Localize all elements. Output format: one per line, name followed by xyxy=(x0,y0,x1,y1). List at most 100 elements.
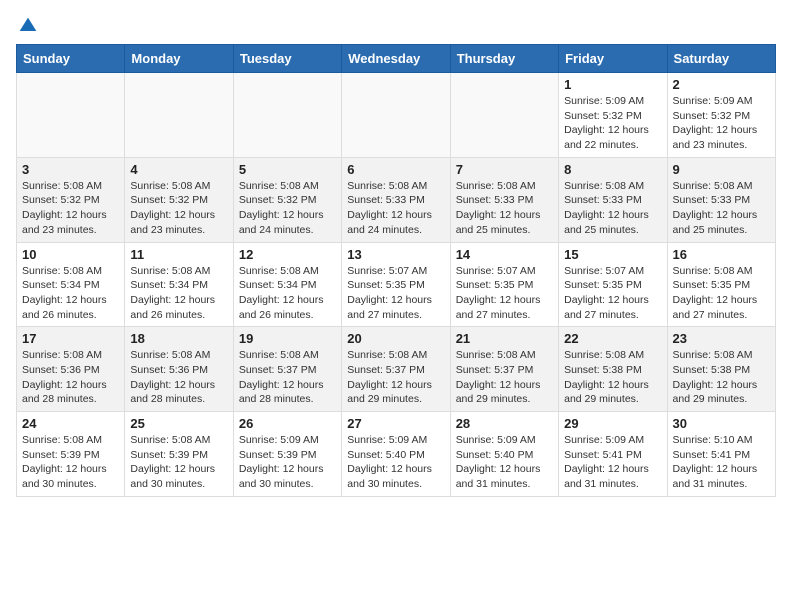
calendar-cell: 20 Sunrise: 5:08 AMSunset: 5:37 PMDayligh… xyxy=(342,327,450,412)
logo-icon xyxy=(18,16,38,36)
calendar-cell xyxy=(233,73,341,158)
day-number: 5 xyxy=(239,162,336,177)
day-number: 30 xyxy=(673,416,770,431)
day-info: Sunrise: 5:08 AMSunset: 5:34 PMDaylight:… xyxy=(22,264,119,323)
weekday-header-row: SundayMondayTuesdayWednesdayThursdayFrid… xyxy=(17,45,776,73)
day-number: 29 xyxy=(564,416,661,431)
day-number: 16 xyxy=(673,247,770,262)
calendar-cell: 26 Sunrise: 5:09 AMSunset: 5:39 PMDayligh… xyxy=(233,412,341,497)
day-number: 8 xyxy=(564,162,661,177)
calendar-cell: 2 Sunrise: 5:09 AMSunset: 5:32 PMDaylight… xyxy=(667,73,775,158)
calendar-cell: 3Sunrise: 5:08 AMSunset: 5:32 PMDaylight… xyxy=(17,157,125,242)
day-info: Sunrise: 5:08 AMSunset: 5:34 PMDaylight:… xyxy=(239,264,336,323)
day-number: 19 xyxy=(239,331,336,346)
calendar-cell: 25Sunrise: 5:08 AMSunset: 5:39 PMDayligh… xyxy=(125,412,233,497)
day-info: Sunrise: 5:08 AMSunset: 5:37 PMDaylight:… xyxy=(456,348,553,407)
day-number: 2 xyxy=(673,77,770,92)
day-info: Sunrise: 5:07 AMSunset: 5:35 PMDaylight:… xyxy=(347,264,444,323)
weekday-header-monday: Monday xyxy=(125,45,233,73)
day-number: 7 xyxy=(456,162,553,177)
day-number: 25 xyxy=(130,416,227,431)
day-info: Sunrise: 5:08 AMSunset: 5:32 PMDaylight:… xyxy=(239,179,336,238)
day-info: Sunrise: 5:08 AMSunset: 5:33 PMDaylight:… xyxy=(673,179,770,238)
calendar-cell xyxy=(342,73,450,158)
day-info: Sunrise: 5:08 AMSunset: 5:33 PMDaylight:… xyxy=(564,179,661,238)
weekday-header-thursday: Thursday xyxy=(450,45,558,73)
day-info: Sunrise: 5:09 AMSunset: 5:32 PMDaylight:… xyxy=(564,94,661,153)
day-info: Sunrise: 5:08 AMSunset: 5:38 PMDaylight:… xyxy=(673,348,770,407)
day-info: Sunrise: 5:08 AMSunset: 5:37 PMDaylight:… xyxy=(239,348,336,407)
calendar-cell: 21Sunrise: 5:08 AMSunset: 5:37 PMDayligh… xyxy=(450,327,558,412)
calendar-cell: 13 Sunrise: 5:07 AMSunset: 5:35 PMDayligh… xyxy=(342,242,450,327)
calendar-cell: 6 Sunrise: 5:08 AMSunset: 5:33 PMDaylight… xyxy=(342,157,450,242)
calendar-cell: 24Sunrise: 5:08 AMSunset: 5:39 PMDayligh… xyxy=(17,412,125,497)
day-number: 15 xyxy=(564,247,661,262)
day-number: 17 xyxy=(22,331,119,346)
week-row-3: 10 Sunrise: 5:08 AMSunset: 5:34 PMDayligh… xyxy=(17,242,776,327)
calendar-cell: 14 Sunrise: 5:07 AMSunset: 5:35 PMDayligh… xyxy=(450,242,558,327)
calendar-cell: 12 Sunrise: 5:08 AMSunset: 5:34 PMDayligh… xyxy=(233,242,341,327)
day-info: Sunrise: 5:09 AMSunset: 5:40 PMDaylight:… xyxy=(456,433,553,492)
calendar-cell: 7 Sunrise: 5:08 AMSunset: 5:33 PMDaylight… xyxy=(450,157,558,242)
week-row-4: 17 Sunrise: 5:08 AMSunset: 5:36 PMDayligh… xyxy=(17,327,776,412)
day-info: Sunrise: 5:08 AMSunset: 5:32 PMDaylight:… xyxy=(22,179,119,238)
day-number: 12 xyxy=(239,247,336,262)
calendar-cell: 27 Sunrise: 5:09 AMSunset: 5:40 PMDayligh… xyxy=(342,412,450,497)
day-number: 23 xyxy=(673,331,770,346)
day-info: Sunrise: 5:08 AMSunset: 5:33 PMDaylight:… xyxy=(347,179,444,238)
calendar-cell: 19 Sunrise: 5:08 AMSunset: 5:37 PMDayligh… xyxy=(233,327,341,412)
day-number: 4 xyxy=(130,162,227,177)
day-number: 14 xyxy=(456,247,553,262)
day-number: 27 xyxy=(347,416,444,431)
calendar-cell: 10 Sunrise: 5:08 AMSunset: 5:34 PMDayligh… xyxy=(17,242,125,327)
day-info: Sunrise: 5:08 AMSunset: 5:36 PMDaylight:… xyxy=(22,348,119,407)
calendar-cell: 16 Sunrise: 5:08 AMSunset: 5:35 PMDayligh… xyxy=(667,242,775,327)
day-number: 9 xyxy=(673,162,770,177)
day-info: Sunrise: 5:08 AMSunset: 5:36 PMDaylight:… xyxy=(130,348,227,407)
calendar-cell: 15 Sunrise: 5:07 AMSunset: 5:35 PMDayligh… xyxy=(559,242,667,327)
day-info: Sunrise: 5:08 AMSunset: 5:32 PMDaylight:… xyxy=(130,179,227,238)
week-row-5: 24Sunrise: 5:08 AMSunset: 5:39 PMDayligh… xyxy=(17,412,776,497)
day-info: Sunrise: 5:09 AMSunset: 5:39 PMDaylight:… xyxy=(239,433,336,492)
weekday-header-saturday: Saturday xyxy=(667,45,775,73)
day-info: Sunrise: 5:09 AMSunset: 5:41 PMDaylight:… xyxy=(564,433,661,492)
day-number: 6 xyxy=(347,162,444,177)
week-row-1: 1Sunrise: 5:09 AMSunset: 5:32 PMDaylight… xyxy=(17,73,776,158)
day-info: Sunrise: 5:07 AMSunset: 5:35 PMDaylight:… xyxy=(456,264,553,323)
day-info: Sunrise: 5:08 AMSunset: 5:33 PMDaylight:… xyxy=(456,179,553,238)
calendar-table: SundayMondayTuesdayWednesdayThursdayFrid… xyxy=(16,44,776,497)
day-info: Sunrise: 5:08 AMSunset: 5:34 PMDaylight:… xyxy=(130,264,227,323)
day-info: Sunrise: 5:09 AMSunset: 5:40 PMDaylight:… xyxy=(347,433,444,492)
day-number: 22 xyxy=(564,331,661,346)
day-number: 10 xyxy=(22,247,119,262)
day-number: 26 xyxy=(239,416,336,431)
calendar-cell: 30 Sunrise: 5:10 AMSunset: 5:41 PMDayligh… xyxy=(667,412,775,497)
day-info: Sunrise: 5:08 AMSunset: 5:37 PMDaylight:… xyxy=(347,348,444,407)
day-info: Sunrise: 5:08 AMSunset: 5:35 PMDaylight:… xyxy=(673,264,770,323)
day-info: Sunrise: 5:10 AMSunset: 5:41 PMDaylight:… xyxy=(673,433,770,492)
calendar-cell: 8 Sunrise: 5:08 AMSunset: 5:33 PMDaylight… xyxy=(559,157,667,242)
calendar-cell: 22Sunrise: 5:08 AMSunset: 5:38 PMDayligh… xyxy=(559,327,667,412)
day-info: Sunrise: 5:09 AMSunset: 5:32 PMDaylight:… xyxy=(673,94,770,153)
calendar-cell xyxy=(125,73,233,158)
day-number: 13 xyxy=(347,247,444,262)
logo xyxy=(16,16,38,32)
calendar-cell xyxy=(17,73,125,158)
calendar-cell: 1Sunrise: 5:09 AMSunset: 5:32 PMDaylight… xyxy=(559,73,667,158)
week-row-2: 3Sunrise: 5:08 AMSunset: 5:32 PMDaylight… xyxy=(17,157,776,242)
day-number: 20 xyxy=(347,331,444,346)
page-header xyxy=(16,16,776,32)
day-info: Sunrise: 5:08 AMSunset: 5:39 PMDaylight:… xyxy=(22,433,119,492)
day-info: Sunrise: 5:07 AMSunset: 5:35 PMDaylight:… xyxy=(564,264,661,323)
calendar-cell: 29 Sunrise: 5:09 AMSunset: 5:41 PMDayligh… xyxy=(559,412,667,497)
weekday-header-wednesday: Wednesday xyxy=(342,45,450,73)
weekday-header-tuesday: Tuesday xyxy=(233,45,341,73)
day-number: 11 xyxy=(130,247,227,262)
weekday-header-friday: Friday xyxy=(559,45,667,73)
calendar-cell: 4 Sunrise: 5:08 AMSunset: 5:32 PMDaylight… xyxy=(125,157,233,242)
calendar-cell: 11 Sunrise: 5:08 AMSunset: 5:34 PMDayligh… xyxy=(125,242,233,327)
day-number: 18 xyxy=(130,331,227,346)
calendar-cell: 5 Sunrise: 5:08 AMSunset: 5:32 PMDaylight… xyxy=(233,157,341,242)
weekday-header-sunday: Sunday xyxy=(17,45,125,73)
calendar-cell: 23 Sunrise: 5:08 AMSunset: 5:38 PMDayligh… xyxy=(667,327,775,412)
